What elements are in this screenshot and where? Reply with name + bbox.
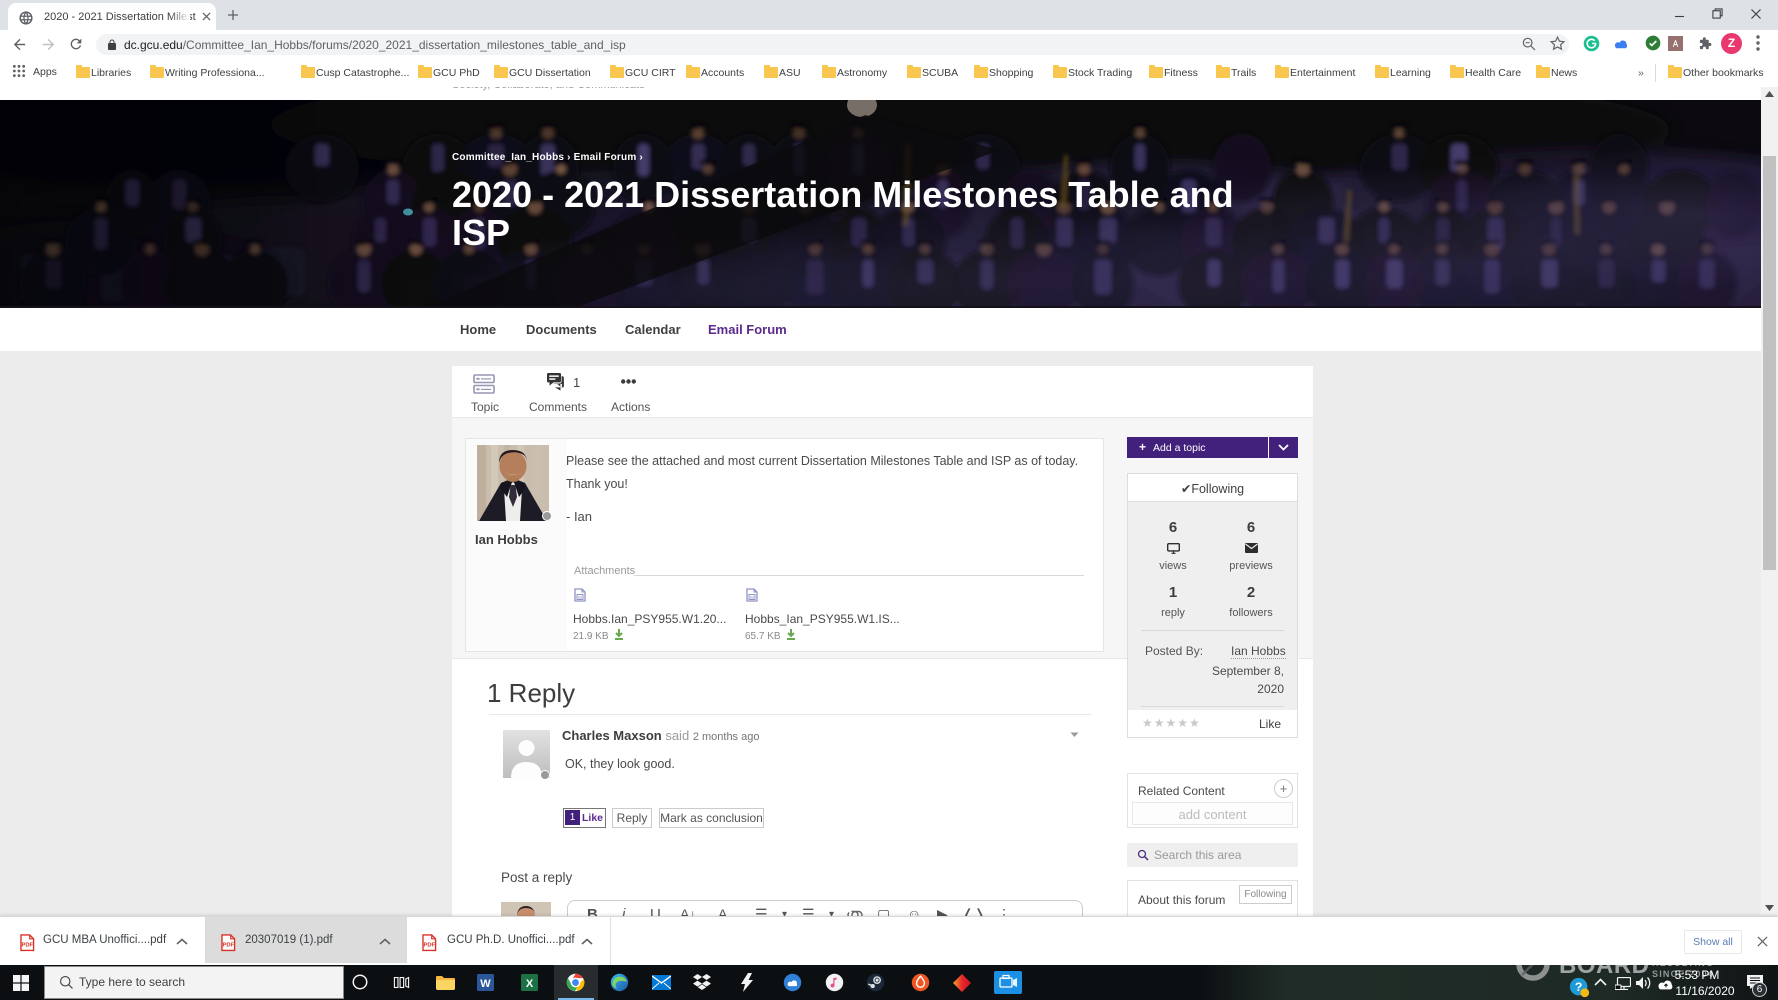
- svg-text:X: X: [526, 978, 534, 990]
- svg-text:W: W: [480, 978, 491, 990]
